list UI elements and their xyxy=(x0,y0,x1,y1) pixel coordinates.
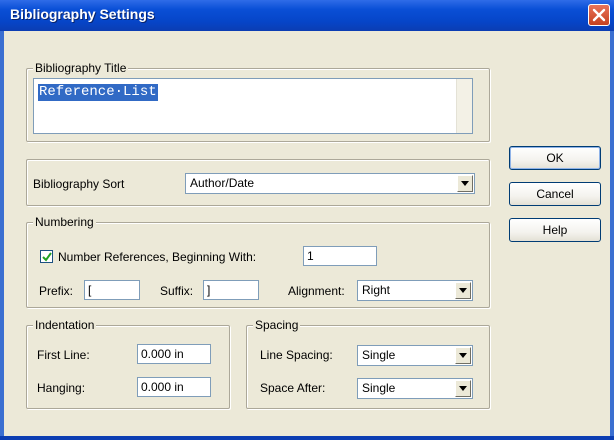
check-icon xyxy=(42,252,52,262)
alignment-value: Right xyxy=(362,283,391,297)
space-after-value: Single xyxy=(362,381,396,395)
alignment-label: Alignment: xyxy=(288,284,345,298)
number-references-label: Number References, Beginning With: xyxy=(58,250,257,264)
space-after-label: Space After: xyxy=(260,381,326,395)
prefix-label: Prefix: xyxy=(39,284,74,298)
numbering-group-label: Numbering xyxy=(33,215,96,229)
prefix-input[interactable]: [ xyxy=(84,280,140,300)
number-references-checkbox[interactable] xyxy=(40,250,53,263)
ok-button[interactable]: OK xyxy=(509,146,601,170)
bibliography-title-scrollbar[interactable] xyxy=(456,79,472,133)
suffix-label: Suffix: xyxy=(160,284,194,298)
bibliography-settings-dialog: Bibliography Settings Bibliography Title… xyxy=(0,0,614,440)
hanging-input[interactable]: 0.000 in xyxy=(137,377,211,397)
help-button[interactable]: Help xyxy=(509,218,601,242)
chevron-down-icon[interactable] xyxy=(455,282,471,299)
close-button[interactable] xyxy=(588,4,610,26)
alignment-dropdown[interactable]: Right xyxy=(357,280,473,301)
line-spacing-dropdown[interactable]: Single xyxy=(357,345,473,366)
suffix-input[interactable]: ] xyxy=(203,280,259,300)
bibliography-sort-value: Author/Date xyxy=(190,176,255,190)
first-line-label: First Line: xyxy=(37,348,90,362)
hanging-label: Hanging: xyxy=(37,381,86,395)
first-line-input[interactable]: 0.000 in xyxy=(137,344,211,364)
chevron-down-icon[interactable] xyxy=(455,380,471,397)
cancel-button[interactable]: Cancel xyxy=(509,182,601,206)
bibliography-title-value: Reference·List xyxy=(38,84,158,101)
bibliography-sort-label: Bibliography Sort xyxy=(33,177,125,191)
window-bottom-border xyxy=(0,436,614,440)
bibliography-title-group-label: Bibliography Title xyxy=(33,61,129,75)
indentation-group-label: Indentation xyxy=(33,318,97,332)
title-bar[interactable]: Bibliography Settings xyxy=(0,0,614,31)
spacing-group-label: Spacing xyxy=(253,318,301,332)
line-spacing-value: Single xyxy=(362,348,396,362)
dialog-title: Bibliography Settings xyxy=(10,6,155,22)
chevron-down-icon[interactable] xyxy=(457,175,473,192)
bibliography-title-input[interactable]: Reference·List xyxy=(33,78,473,134)
line-spacing-label: Line Spacing: xyxy=(260,348,333,362)
start-number-input[interactable]: 1 xyxy=(303,246,377,266)
close-icon xyxy=(592,8,606,22)
bibliography-sort-dropdown[interactable]: Author/Date xyxy=(185,173,475,194)
chevron-down-icon[interactable] xyxy=(455,347,471,364)
space-after-dropdown[interactable]: Single xyxy=(357,378,473,399)
